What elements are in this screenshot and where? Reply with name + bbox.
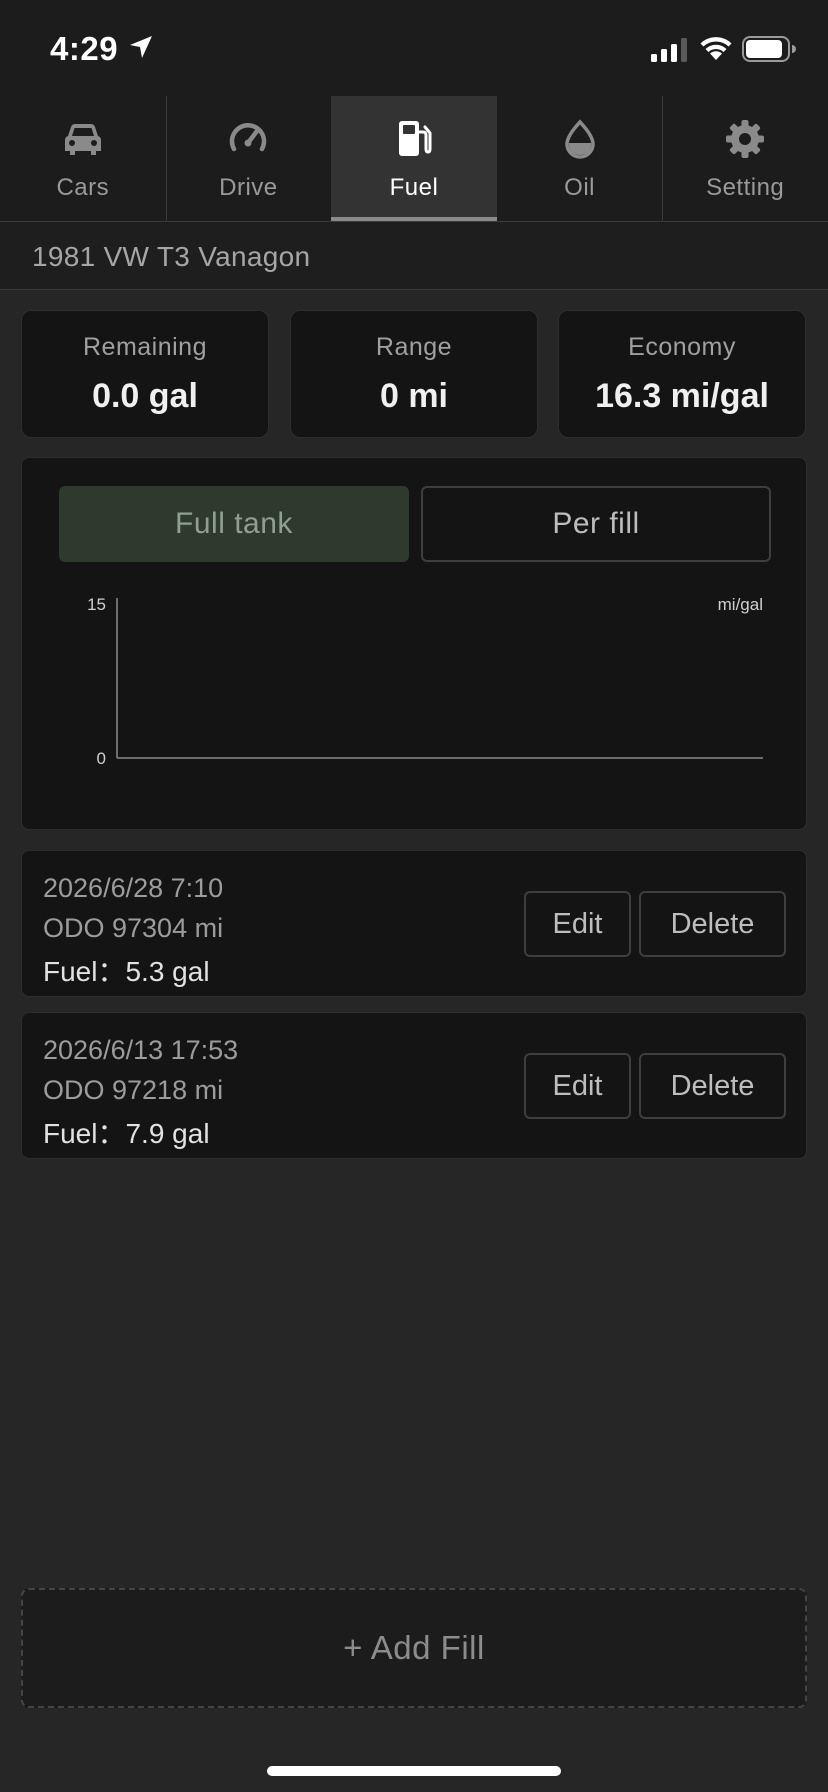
tab-label: Fuel [389,174,439,201]
fill-amount: Fuel：7.9 gal [43,1118,210,1149]
tab-setting[interactable]: Setting [662,96,828,222]
delete-button[interactable]: Delete [639,891,786,957]
location-arrow-icon [130,36,152,58]
tab-label: Drive [219,174,278,201]
speedometer-icon [230,123,267,152]
car-name: 1981 VW T3 Vanagon [32,241,311,272]
y-tick-label: 15 [87,595,106,614]
range-card: Range 0 mi [290,310,538,438]
fill-odometer: ODO 97218 mi [43,1075,224,1105]
wifi-icon [700,37,732,60]
fill-date: 2026/6/13 17:53 [43,1035,239,1065]
tab-bar: Cars Drive Fuel Oil Setting [0,96,828,222]
fill-amount: Fuel：5.3 gal [43,956,210,987]
fill-record: 2026/6/28 7:10 ODO 97304 mi Fuel：5.3 gal… [21,850,807,997]
fill-date: 2026/6/28 7:10 [43,873,224,903]
tab-oil[interactable]: Oil [497,96,663,221]
y-tick-label: 0 [97,749,106,768]
tab-fuel[interactable]: Fuel [331,96,497,221]
tab-cars[interactable]: Cars [0,96,166,221]
remaining-card: Remaining 0.0 gal [21,310,269,438]
car-selector[interactable]: 1981 VW T3 Vanagon [0,222,828,290]
range-value: 0 mi [379,377,449,415]
tab-drive[interactable]: Drive [165,96,332,222]
tab-label: Setting [706,174,785,201]
fill-record: 2026/6/13 17:53 ODO 97218 mi Fuel：7.9 ga… [21,1012,807,1159]
cellular-signal-icon [651,38,687,62]
economy-value: 16.3 mi/gal [595,377,769,415]
status-time: 4:29 [50,30,119,67]
economy-label: Economy [628,333,736,361]
fill-odometer: ODO 97304 mi [43,913,224,943]
battery-icon [742,36,796,62]
economy-chart-card: Full tank Per fill 15 0 mi/gal [21,457,807,830]
range-label: Range [375,333,453,361]
add-fill-button[interactable]: + Add Fill [21,1588,807,1708]
tab-label: Cars [56,174,110,201]
edit-button[interactable]: Edit [524,891,631,957]
home-indicator[interactable] [267,1766,561,1776]
car-icon [64,124,101,155]
delete-button[interactable]: Delete [639,1053,786,1119]
edit-button[interactable]: Edit [524,1053,631,1119]
unit-label: mi/gal [718,595,763,614]
status-bar: 4:29 [0,0,828,96]
fuel-pump-icon [398,121,432,156]
remaining-label: Remaining [82,333,207,361]
remaining-value: 0.0 gal [92,377,198,415]
economy-card: Economy 16.3 mi/gal [558,310,806,438]
tab-label: Oil [564,174,595,201]
oil-drop-icon [564,119,595,159]
economy-chart: 15 0 mi/gal [87,595,763,768]
gear-icon [726,120,765,158]
